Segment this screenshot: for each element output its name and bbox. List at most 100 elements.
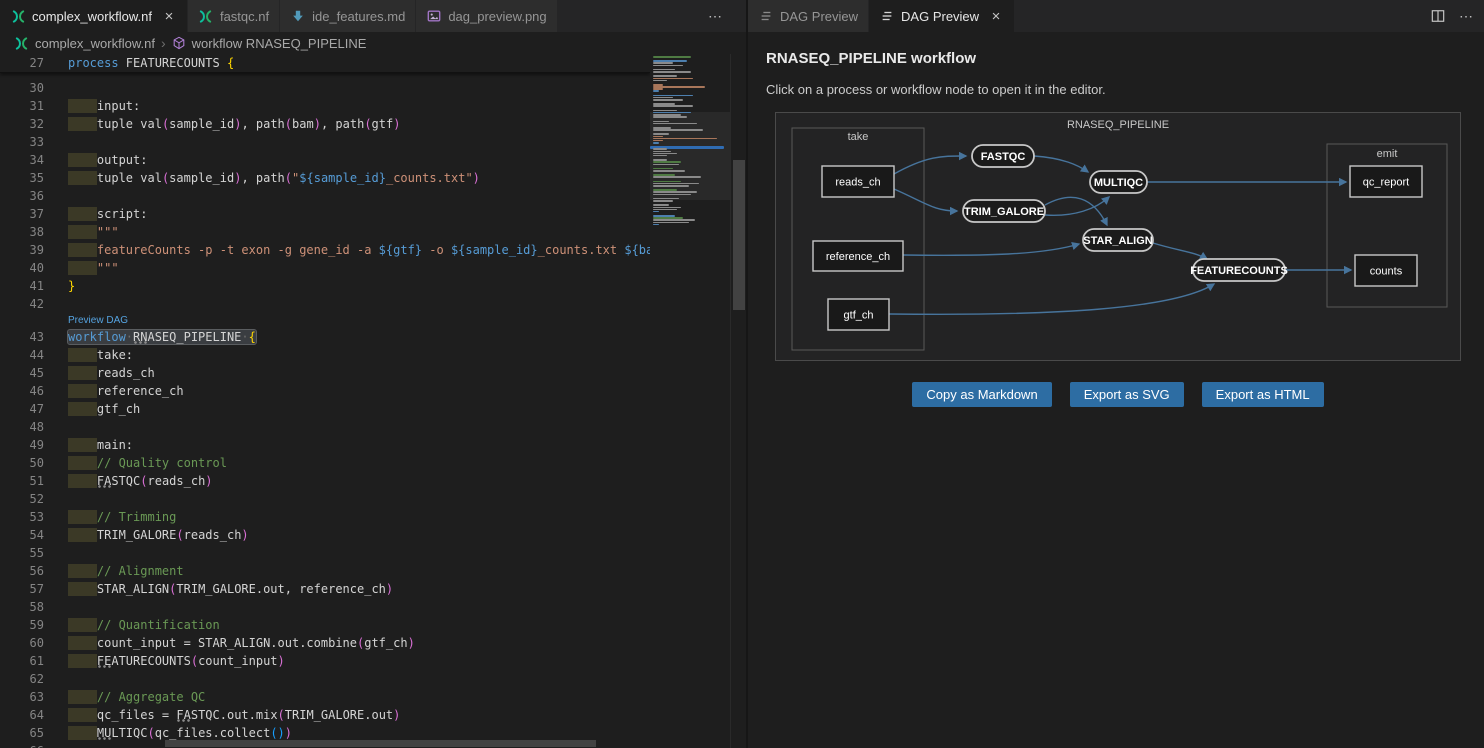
- code-line: 32 tuple val(sample_id), path(bam), path…: [0, 115, 650, 133]
- horizontal-scrollbar[interactable]: [0, 740, 650, 748]
- node-trim-galore[interactable]: TRIM_GALORE: [963, 200, 1045, 222]
- nextflow-icon: [10, 8, 26, 24]
- edge-gtfch-featurecounts: [889, 284, 1214, 314]
- code-line: 44 take:: [0, 346, 650, 364]
- line-number: 62: [0, 670, 44, 688]
- code-line: 31 input:: [0, 97, 650, 115]
- svg-text:FEATURECOUNTS: FEATURECOUNTS: [1190, 265, 1288, 277]
- line-number: 58: [0, 598, 44, 616]
- code-line: 46 reference_ch: [0, 382, 650, 400]
- line-number: 56: [0, 562, 44, 580]
- code-line: 30: [0, 79, 650, 97]
- editor-group: complex_workflow.nf × fastqc.nf: [0, 0, 746, 748]
- code-line: 62: [0, 670, 650, 688]
- svg-text:MULTIQC: MULTIQC: [1094, 177, 1143, 189]
- tab-label: ide_features.md: [312, 9, 405, 24]
- line-number: 60: [0, 634, 44, 652]
- tab-dag-preview-png[interactable]: dag_preview.png: [416, 0, 557, 32]
- node-counts[interactable]: counts: [1355, 255, 1417, 286]
- preview-tabstrip: DAG Preview DAG Preview ×: [748, 0, 1484, 32]
- horizontal-scrollbar-thumb[interactable]: [165, 740, 596, 747]
- vertical-scrollbar[interactable]: [730, 54, 746, 748]
- editor-tabstrip: complex_workflow.nf × fastqc.nf: [0, 0, 746, 32]
- node-multiqc[interactable]: MULTIQC: [1090, 171, 1147, 193]
- svg-text:qc_report: qc_report: [1363, 177, 1409, 189]
- export-as-html-button[interactable]: Export as HTML: [1202, 382, 1324, 407]
- edge-trimgalore-staralign: [1045, 197, 1107, 225]
- dag-group-take-label: take: [848, 131, 869, 143]
- code-line: 41}: [0, 277, 650, 295]
- dag-title: RNASEQ_PIPELINE: [1067, 119, 1169, 131]
- code-line: 39 featureCounts -p -t exon -g gene_id -…: [0, 241, 650, 259]
- minimap[interactable]: [650, 54, 730, 748]
- line-number: 33: [0, 133, 44, 151]
- node-reads-ch[interactable]: reads_ch: [822, 166, 894, 197]
- code-line: 36: [0, 187, 650, 205]
- vertical-scrollbar-thumb[interactable]: [733, 160, 745, 310]
- line-number: 34: [0, 151, 44, 169]
- markdown-icon: [290, 8, 306, 24]
- code-line: 47 gtf_ch: [0, 400, 650, 418]
- close-icon[interactable]: ×: [988, 9, 1004, 24]
- line-number: 47: [0, 400, 44, 418]
- tab-dag-preview-active[interactable]: DAG Preview ×: [869, 0, 1015, 32]
- node-qc-report[interactable]: qc_report: [1350, 166, 1422, 197]
- code-line: 48: [0, 418, 650, 436]
- node-reference-ch[interactable]: reference_ch: [813, 241, 903, 271]
- line-number: 35: [0, 169, 44, 187]
- close-icon[interactable]: ×: [161, 9, 177, 24]
- code-line: 35 tuple val(sample_id), path("${sample_…: [0, 169, 650, 187]
- code-line: 49 main:: [0, 436, 650, 454]
- split-editor-icon[interactable]: [1431, 9, 1445, 23]
- editor-more-actions[interactable]: ⋯: [708, 8, 723, 25]
- tab-fastqc[interactable]: fastqc.nf: [188, 0, 280, 32]
- line-number: 59: [0, 616, 44, 634]
- code-line: 64 qc_files = FASTQC.out.mix(TRIM_GALORE…: [0, 706, 650, 724]
- line-number: 36: [0, 187, 44, 205]
- code-line: 52: [0, 490, 650, 508]
- image-icon: [426, 8, 442, 24]
- preview-list-icon: [758, 8, 774, 24]
- code-line: 60 count_input = STAR_ALIGN.out.combine(…: [0, 634, 650, 652]
- code-line: 63 // Aggregate QC: [0, 688, 650, 706]
- line-number: 30: [0, 79, 44, 97]
- node-featurecounts[interactable]: FEATURECOUNTS: [1190, 259, 1288, 281]
- code-line: 27process FEATURECOUNTS {: [0, 54, 650, 72]
- export-as-svg-button[interactable]: Export as SVG: [1070, 382, 1184, 407]
- line-number: 43: [0, 328, 44, 346]
- code-editor[interactable]: 27process FEATURECOUNTS { 3031 input:32 …: [0, 54, 746, 748]
- breadcrumb-symbol[interactable]: workflow RNASEQ_PIPELINE: [192, 36, 367, 51]
- tab-label: complex_workflow.nf: [32, 9, 152, 24]
- symbol-workflow-icon: [172, 36, 186, 50]
- edge-referencech-staralign: [903, 244, 1079, 255]
- line-number: 49: [0, 436, 44, 454]
- line-number: 46: [0, 382, 44, 400]
- tab-complex-workflow[interactable]: complex_workflow.nf ×: [0, 0, 188, 32]
- code-line: 37 script:: [0, 205, 650, 223]
- line-number: 61: [0, 652, 44, 670]
- copy-as-markdown-button[interactable]: Copy as Markdown: [912, 382, 1051, 407]
- codelens-preview-dag[interactable]: Preview DAG: [44, 313, 128, 328]
- nextflow-icon: [14, 36, 29, 51]
- line-number: 64: [0, 706, 44, 724]
- tab-ide-features[interactable]: ide_features.md: [280, 0, 416, 32]
- dag-diagram: RNASEQ_PIPELINE take emit: [775, 112, 1461, 361]
- line-number: 63: [0, 688, 44, 706]
- sticky-scroll-line[interactable]: 27process FEATURECOUNTS {: [0, 54, 650, 73]
- line-number: 38: [0, 223, 44, 241]
- breadcrumb-file[interactable]: complex_workflow.nf: [35, 36, 155, 51]
- tab-dag-preview-inactive[interactable]: DAG Preview: [748, 0, 869, 32]
- line-number: 37: [0, 205, 44, 223]
- line-number: 44: [0, 346, 44, 364]
- breadcrumb: complex_workflow.nf › workflow RNASEQ_PI…: [0, 32, 746, 54]
- code-line: 57 STAR_ALIGN(TRIM_GALORE.out, reference…: [0, 580, 650, 598]
- code-line: 56 // Alignment: [0, 562, 650, 580]
- line-number: 39: [0, 241, 44, 259]
- code-line: 55: [0, 544, 650, 562]
- preview-more-actions[interactable]: ⋯: [1459, 8, 1474, 25]
- node-gtf-ch[interactable]: gtf_ch: [828, 299, 889, 330]
- tab-label: DAG Preview: [901, 9, 979, 24]
- node-star-align[interactable]: STAR_ALIGN: [1083, 229, 1153, 251]
- svg-text:reads_ch: reads_ch: [835, 177, 880, 189]
- node-fastqc[interactable]: FASTQC: [972, 145, 1034, 167]
